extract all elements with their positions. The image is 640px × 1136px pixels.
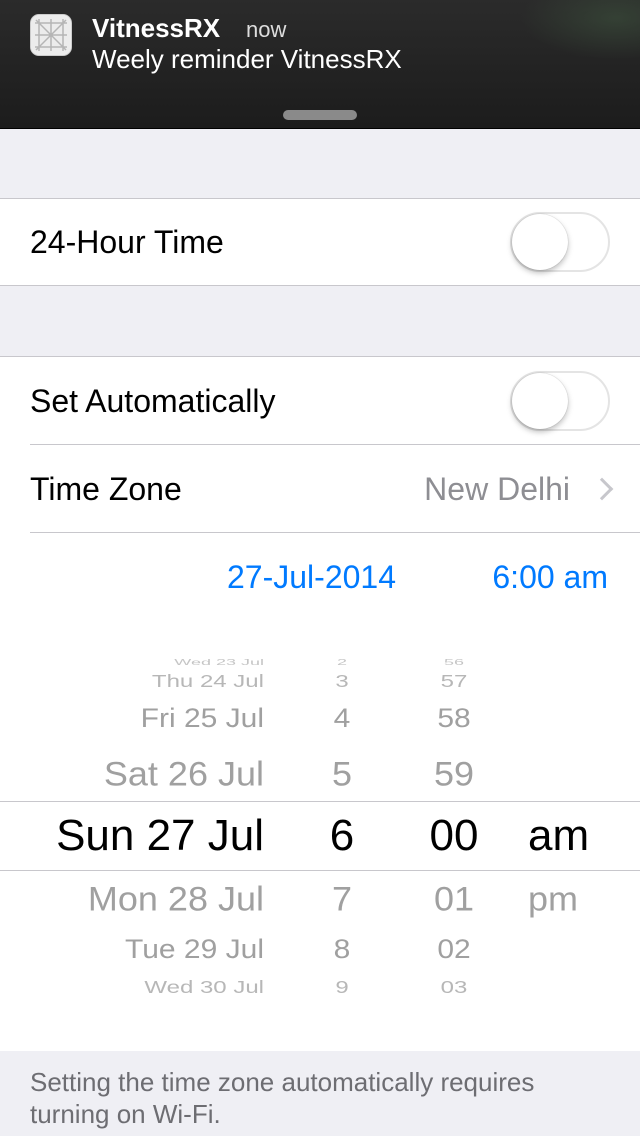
picker-minute-item[interactable]: 03	[418, 978, 490, 998]
picker-ampm-item[interactable]: pm	[528, 879, 578, 919]
picker-minute-item[interactable]: 58	[418, 704, 490, 734]
picker-day-selected[interactable]: Sun 27 Jul	[56, 811, 264, 861]
picker-hour-item[interactable]: 7	[316, 879, 368, 919]
picker-minute-selected[interactable]: 00	[418, 811, 490, 861]
hour24-row: 24-Hour Time	[0, 198, 640, 286]
picker-minute-item[interactable]: 56	[418, 658, 490, 667]
picker-minute-item[interactable]: 02	[418, 935, 490, 965]
set-automatically-label: Set Automatically	[30, 383, 276, 419]
set-automatically-row: Set Automatically	[0, 357, 640, 445]
set-automatically-toggle[interactable]	[510, 371, 610, 431]
picker-hour-item[interactable]: 9	[316, 978, 368, 998]
notification-time: now	[246, 17, 287, 42]
footer-note: Setting the time zone automatically requ…	[30, 1067, 535, 1129]
banner-drag-handle[interactable]	[283, 110, 357, 120]
date-value[interactable]: 27-Jul-2014	[227, 533, 396, 621]
picker-hour-item[interactable]: 2	[316, 658, 368, 667]
picker-minute-item[interactable]: 57	[418, 672, 490, 692]
chevron-right-icon	[590, 477, 614, 501]
picker-ampm-selected[interactable]: am	[528, 811, 589, 861]
notification-app-name: VitnessRX	[92, 13, 221, 43]
picker-day-item[interactable]: Fri 25 Jul	[141, 704, 264, 734]
time-zone-value: New Delhi	[424, 471, 570, 507]
picker-minute-item[interactable]: 01	[418, 879, 490, 919]
notification-message: Weely reminder VitnessRX	[92, 44, 402, 74]
picker-hour-item[interactable]: 8	[316, 935, 368, 965]
picker-hour-item[interactable]: 4	[316, 704, 368, 734]
picker-hour-item[interactable]: 5	[316, 754, 368, 794]
date-time-row[interactable]: 27-Jul-2014 6:00 am	[0, 533, 640, 621]
time-zone-label: Time Zone	[30, 471, 182, 507]
time-value[interactable]: 6:00 am	[492, 533, 608, 621]
picker-day-item[interactable]: Wed 23 Jul	[174, 658, 264, 667]
hour24-toggle[interactable]	[510, 212, 610, 272]
picker-day-item[interactable]: Mon 28 Jul	[88, 879, 264, 919]
toggle-knob	[512, 214, 568, 270]
picker-day-item[interactable]: Thu 24 Jul	[152, 672, 264, 692]
picker-day-item[interactable]: Wed 30 Jul	[144, 978, 264, 998]
picker-hour-selected[interactable]: 6	[316, 811, 368, 861]
toggle-knob	[512, 373, 568, 429]
date-time-picker[interactable]: Wed 23 Jul Thu 24 Jul Fri 25 Jul Sat 26 …	[0, 620, 640, 1050]
app-icon	[30, 14, 72, 56]
picker-hour-item[interactable]: 3	[316, 672, 368, 692]
hour24-label: 24-Hour Time	[30, 224, 224, 260]
banner-glow	[520, 0, 640, 60]
notification-banner[interactable]: VitnessRX now Weely reminder VitnessRX	[0, 0, 640, 129]
hour24-group: 24-Hour Time	[0, 198, 640, 286]
time-zone-row[interactable]: Time Zone New Delhi	[0, 445, 640, 533]
picker-minute-item[interactable]: 59	[418, 754, 490, 794]
picker-day-item[interactable]: Sat 26 Jul	[104, 754, 264, 794]
picker-day-item[interactable]: Tue 29 Jul	[125, 935, 264, 965]
